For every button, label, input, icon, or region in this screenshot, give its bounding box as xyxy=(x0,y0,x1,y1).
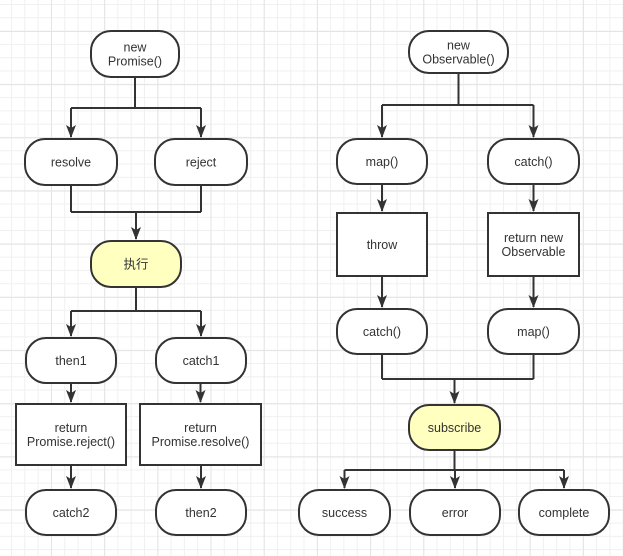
node-label: subscribe xyxy=(428,421,482,435)
node-success[interactable]: success xyxy=(298,489,391,536)
node-label: Promise.resolve() xyxy=(152,435,250,449)
node-label: error xyxy=(442,506,468,520)
node-label: success xyxy=(322,506,367,520)
node-new-observable[interactable]: newObservable() xyxy=(408,30,509,74)
node-label: resolve xyxy=(51,156,91,170)
node-throw[interactable]: throw xyxy=(336,212,428,277)
node-label: map() xyxy=(517,325,550,339)
node-catch1[interactable]: catch1 xyxy=(155,337,247,384)
node-label: catch() xyxy=(514,155,552,169)
flowchart: newPromise()resolve reject执行then1 catch1re… xyxy=(15,30,610,536)
node-return-promise-reject[interactable]: returnPromise.reject() xyxy=(15,403,127,466)
node-label: Observable() xyxy=(422,53,494,67)
node-label: return new xyxy=(504,231,564,245)
node-complete[interactable]: complete xyxy=(518,489,610,536)
node-label: map() xyxy=(366,155,399,169)
node-label: catch2 xyxy=(53,506,90,520)
node-catch2[interactable]: catch2 xyxy=(25,489,117,536)
node-label: reject xyxy=(186,156,217,170)
node-label: Promise() xyxy=(108,55,162,69)
node-map-1[interactable]: map() xyxy=(336,138,428,185)
node-error[interactable]: error xyxy=(409,489,501,536)
node-then1[interactable]: then1 xyxy=(25,337,117,384)
node-label: 执行 xyxy=(123,258,148,272)
node-new-promise[interactable]: newPromise() xyxy=(90,30,180,78)
nodes-layer: newPromise()resolve reject执行then1 catch1re… xyxy=(15,30,610,536)
node-label: throw xyxy=(367,238,399,252)
node-label: Promise.reject() xyxy=(27,435,115,449)
node-label: return xyxy=(55,421,88,435)
node-catch-1[interactable]: catch() xyxy=(487,138,580,185)
node-label: then2 xyxy=(185,506,216,520)
node-label: new xyxy=(447,39,471,53)
node-resolve[interactable]: resolve xyxy=(24,138,118,186)
node-then2[interactable]: then2 xyxy=(155,489,247,536)
node-catch-2[interactable]: catch() xyxy=(336,308,428,355)
node-return-new-observable[interactable]: return newObservable xyxy=(487,212,580,277)
node-label: catch() xyxy=(363,325,401,339)
node-return-promise-resolve[interactable]: returnPromise.resolve() xyxy=(139,403,262,466)
node-map-2[interactable]: map() xyxy=(487,308,580,355)
node-label: catch1 xyxy=(183,354,220,368)
diagram-canvas: new Promise() resolve reject 执行 then1 catch1 re… xyxy=(0,0,623,556)
node-label: then1 xyxy=(55,354,86,368)
node-reject[interactable]: reject xyxy=(154,138,248,186)
node-label: return xyxy=(184,421,217,435)
node-label: new xyxy=(124,41,148,55)
node-label: Observable xyxy=(502,245,566,259)
node-execute[interactable]: 执行 xyxy=(90,240,182,288)
node-label: complete xyxy=(539,506,590,520)
node-subscribe[interactable]: subscribe xyxy=(408,404,501,451)
